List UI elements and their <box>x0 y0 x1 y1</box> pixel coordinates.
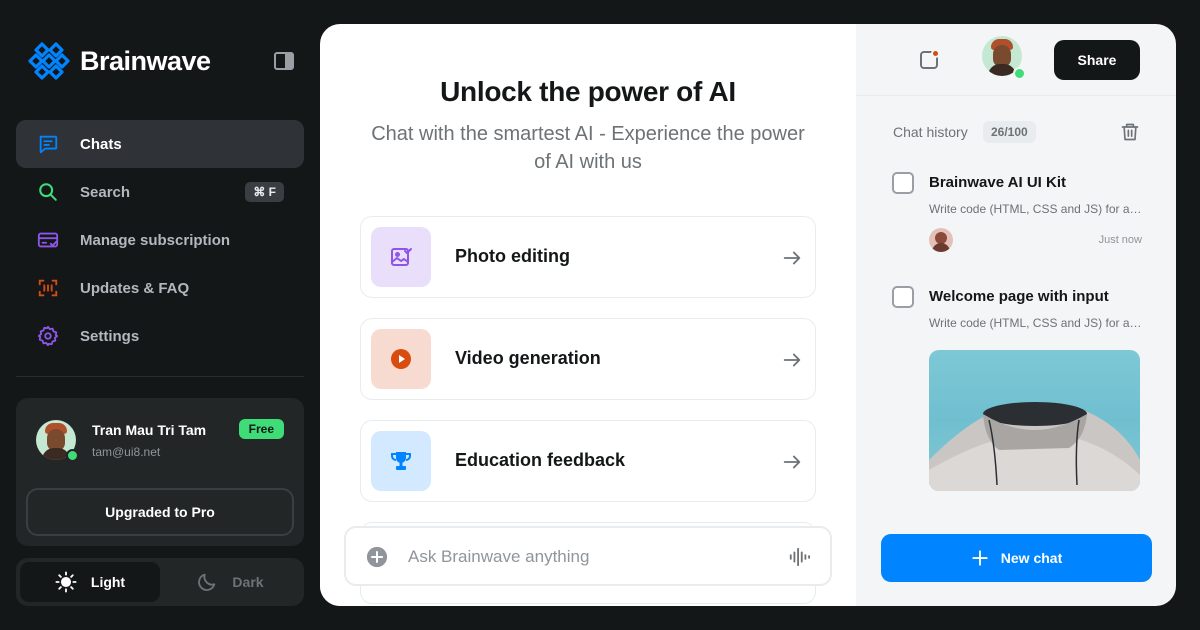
main-panel: Unlock the power of AI Chat with the sma… <box>320 24 856 606</box>
brainwave-logo-icon <box>28 42 70 80</box>
theme-dark-button[interactable]: Dark <box>160 562 300 602</box>
history-checkbox[interactable] <box>892 286 914 308</box>
history-item-time: Just now <box>1098 234 1142 246</box>
feature-label: Video generation <box>455 348 601 368</box>
history-checkbox[interactable] <box>892 172 914 194</box>
chat-history-count: 26/100 <box>983 121 1036 143</box>
sidebar-item-search[interactable]: Search ⌘ F <box>16 168 304 216</box>
chat-input-bar <box>320 516 856 606</box>
sidebar-item-chats[interactable]: Chats <box>16 120 304 168</box>
sidebar-item-label: Settings <box>80 327 140 345</box>
plus-icon <box>972 550 988 566</box>
right-topbar: Share <box>856 24 1176 96</box>
photo-icon <box>391 248 412 266</box>
arrow-right-icon <box>783 353 801 367</box>
sidebar: Brainwave Chats Search ⌘ F Manage subscr… <box>0 0 320 630</box>
sidebar-item-label: Manage subscription <box>80 231 231 249</box>
sidebar-item-updates[interactable]: Updates & FAQ <box>16 264 304 312</box>
sidebar-item-label: Updates & FAQ <box>80 279 190 297</box>
history-fade <box>856 500 1176 530</box>
sidebar-item-label: Search <box>80 183 131 201</box>
theme-light-button[interactable]: Light <box>20 562 160 602</box>
page-title: Unlock the power of AI <box>440 76 736 107</box>
page-subtitle: Chat with the smartest AI - Experience t… <box>371 123 805 173</box>
history-item-image[interactable] <box>929 350 1140 491</box>
feature-card-education-feedback[interactable]: Education feedback <box>360 420 816 502</box>
gear-icon <box>37 325 59 347</box>
play-icon <box>391 349 411 369</box>
chat-input[interactable] <box>408 544 768 570</box>
history-item-title: Brainwave AI UI Kit <box>929 174 1066 191</box>
history-item-title: Welcome page with input <box>929 288 1109 305</box>
sidebar-nav: Chats Search ⌘ F Manage subscription Upd… <box>16 120 304 360</box>
plan-badge: Free <box>238 419 284 439</box>
history-avatar <box>929 228 953 252</box>
voice-waveform-icon[interactable] <box>788 546 810 568</box>
add-attachment-icon[interactable] <box>366 546 388 568</box>
chat-history-title: Chat history <box>893 124 968 140</box>
online-status-dot <box>1013 67 1026 80</box>
avatar[interactable] <box>36 420 79 462</box>
theme-dark-label: Dark <box>232 574 264 590</box>
theme-switch: Light Dark <box>16 558 304 606</box>
share-button[interactable]: Share <box>1054 40 1140 80</box>
history-item-snippet: Write code (HTML, CSS and JS) for a simp… <box>929 202 1142 216</box>
sidebar-item-settings[interactable]: Settings <box>16 312 304 360</box>
arrow-right-icon <box>783 455 801 469</box>
feature-card-photo-editing[interactable]: Photo editing <box>360 216 816 298</box>
scan-icon <box>38 279 58 297</box>
upgrade-button[interactable]: Upgraded to Pro <box>26 488 294 536</box>
feature-label: Photo editing <box>455 246 570 266</box>
feature-label: Education feedback <box>455 450 626 470</box>
sidebar-toggle-icon[interactable] <box>274 52 294 70</box>
new-chat-label: New chat <box>1000 550 1063 566</box>
online-status-dot <box>66 449 79 462</box>
trophy-icon <box>391 452 411 470</box>
trash-icon[interactable] <box>1120 122 1140 142</box>
sidebar-item-label: Chats <box>80 135 122 153</box>
brand[interactable]: Brainwave <box>28 40 211 82</box>
feature-card-video-generation[interactable]: Video generation <box>360 318 816 400</box>
search-shortcut-badge: ⌘ F <box>245 182 284 202</box>
notification-dot <box>931 49 940 58</box>
card-icon <box>37 232 59 248</box>
brand-name: Brainwave <box>80 45 211 76</box>
arrow-right-icon <box>783 251 801 265</box>
right-panel: Share Chat history 26/100 Brainwave AI U… <box>856 24 1176 606</box>
feature-icon-bg <box>371 431 431 491</box>
profile-card: Tran Mau Tri Tam tam@ui8.net Free Upgrad… <box>16 398 304 546</box>
sculpture-image <box>929 402 1140 491</box>
feature-icon-bg <box>371 227 431 287</box>
theme-light-label: Light <box>90 574 126 590</box>
moon-icon <box>198 573 216 591</box>
feature-icon-bg <box>371 329 431 389</box>
history-item-snippet: Write code (HTML, CSS and JS) for a welc… <box>929 316 1142 330</box>
profile-name: Tran Mau Tri Tam <box>92 422 207 438</box>
sun-icon <box>55 571 77 593</box>
chat-icon <box>39 135 58 154</box>
sidebar-divider <box>16 376 304 377</box>
new-chat-button[interactable]: New chat <box>881 534 1152 582</box>
user-avatar[interactable] <box>982 36 1026 80</box>
search-icon <box>39 183 57 201</box>
sidebar-item-subscription[interactable]: Manage subscription <box>16 216 304 264</box>
profile-email: tam@ui8.net <box>92 445 161 459</box>
